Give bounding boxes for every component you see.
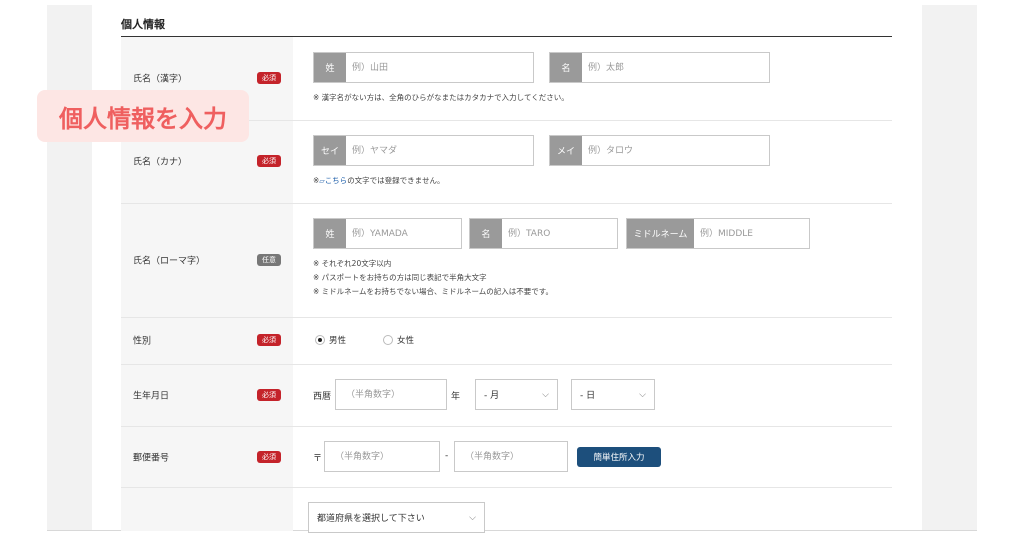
chevron-down-icon: ⌵	[639, 389, 646, 400]
row-divider	[121, 203, 892, 204]
first-name-kanji-field: 名	[549, 52, 770, 83]
required-badge: 必須	[257, 72, 281, 84]
required-badge: 必須	[257, 389, 281, 401]
label-name-romaji: 氏名（ローマ字）	[133, 256, 206, 267]
required-badge: 必須	[257, 451, 281, 463]
birth-month-value: - 月	[484, 391, 500, 401]
row-divider	[121, 317, 892, 318]
first-name-kana-input[interactable]	[582, 136, 769, 165]
postal-mark: 〒	[313, 454, 323, 464]
required-badge: 必須	[257, 155, 281, 167]
row-divider	[121, 364, 892, 365]
radio-checked-icon	[315, 335, 325, 345]
last-name-kana-input[interactable]	[346, 136, 533, 165]
last-name-prefix: 姓	[314, 53, 346, 82]
last-name-romaji-prefix: 姓	[314, 219, 346, 248]
gender-option-label: 男性	[329, 336, 347, 346]
postal-code-second-input[interactable]	[454, 441, 568, 472]
address-autofill-button[interactable]: 簡単住所入力	[577, 447, 661, 467]
last-name-kanji-field: 姓	[313, 52, 534, 83]
middle-name-input[interactable]	[694, 219, 809, 248]
first-name-kanji-input[interactable]	[582, 53, 769, 82]
radio-unchecked-icon	[383, 335, 393, 345]
romaji-note-line: ※ それぞれ20文字以内	[313, 259, 392, 268]
last-name-kana-field: セイ	[313, 135, 534, 166]
chevron-down-icon: ⌵	[542, 389, 549, 400]
label-name-kana: 氏名（カナ）	[133, 157, 188, 168]
chevron-down-icon: ⌵	[469, 512, 476, 523]
last-name-kana-prefix: セイ	[314, 136, 346, 165]
birth-year-input[interactable]	[335, 379, 447, 410]
birth-month-select[interactable]: - 月 ⌵	[475, 379, 558, 410]
section-title: 個人情報	[121, 18, 165, 31]
kana-note: ※▱こちらの文字では登録できません。	[313, 174, 444, 188]
label-gender: 性別	[133, 336, 152, 347]
first-name-kana-prefix: メイ	[550, 136, 582, 165]
row-divider	[121, 487, 892, 488]
middle-name-field: ミドルネーム	[626, 218, 810, 249]
last-name-romaji-input[interactable]	[346, 219, 461, 248]
overlay-callout: 個人情報を入力	[37, 90, 249, 142]
first-name-romaji-prefix: 名	[470, 219, 502, 248]
romaji-notes: ※ それぞれ20文字以内 ※ パスポートをお持ちの方は同じ表記で半角大文字 ※ …	[313, 257, 553, 299]
first-name-kana-field: メイ	[549, 135, 770, 166]
optional-badge: 任意	[257, 254, 281, 266]
year-unit-label: 年	[451, 392, 461, 402]
middle-name-prefix: ミドルネーム	[627, 219, 694, 248]
gender-option-female[interactable]: 女性	[383, 334, 414, 346]
label-postal-code: 郵便番号	[133, 453, 170, 464]
last-name-kanji-input[interactable]	[346, 53, 533, 82]
gender-option-male[interactable]: 男性	[315, 334, 346, 346]
first-name-prefix: 名	[550, 53, 582, 82]
first-name-romaji-input[interactable]	[502, 219, 617, 248]
row-divider	[121, 426, 892, 427]
last-name-romaji-field: 姓	[313, 218, 462, 249]
postal-separator: -	[445, 451, 449, 461]
kana-chars-link[interactable]: こちら	[325, 176, 348, 185]
required-badge: 必須	[257, 334, 281, 346]
first-name-romaji-field: 名	[469, 218, 618, 249]
kanji-note: ※ 漢字名がない方は、全角のひらがなまたはカタカナで入力してください。	[313, 93, 569, 102]
romaji-note-line: ※ ミドルネームをお持ちでない場合、ミドルネームの記入は不要です。	[313, 287, 553, 296]
era-label: 西暦	[313, 392, 332, 402]
label-name-kanji: 氏名（漢字）	[133, 74, 188, 85]
birth-day-select[interactable]: - 日 ⌵	[571, 379, 655, 410]
prefecture-value: 都道府県を選択して下さい	[317, 514, 425, 524]
romaji-note-line: ※ パスポートをお持ちの方は同じ表記で半角大文字	[313, 273, 487, 282]
label-birthdate: 生年月日	[133, 391, 170, 402]
prefecture-select[interactable]: 都道府県を選択して下さい ⌵	[308, 502, 485, 533]
gender-option-label: 女性	[397, 336, 415, 346]
kana-note-text: の文字では登録できません。	[347, 176, 445, 185]
birth-day-value: - 日	[580, 391, 596, 401]
postal-code-first-input[interactable]	[324, 441, 440, 472]
